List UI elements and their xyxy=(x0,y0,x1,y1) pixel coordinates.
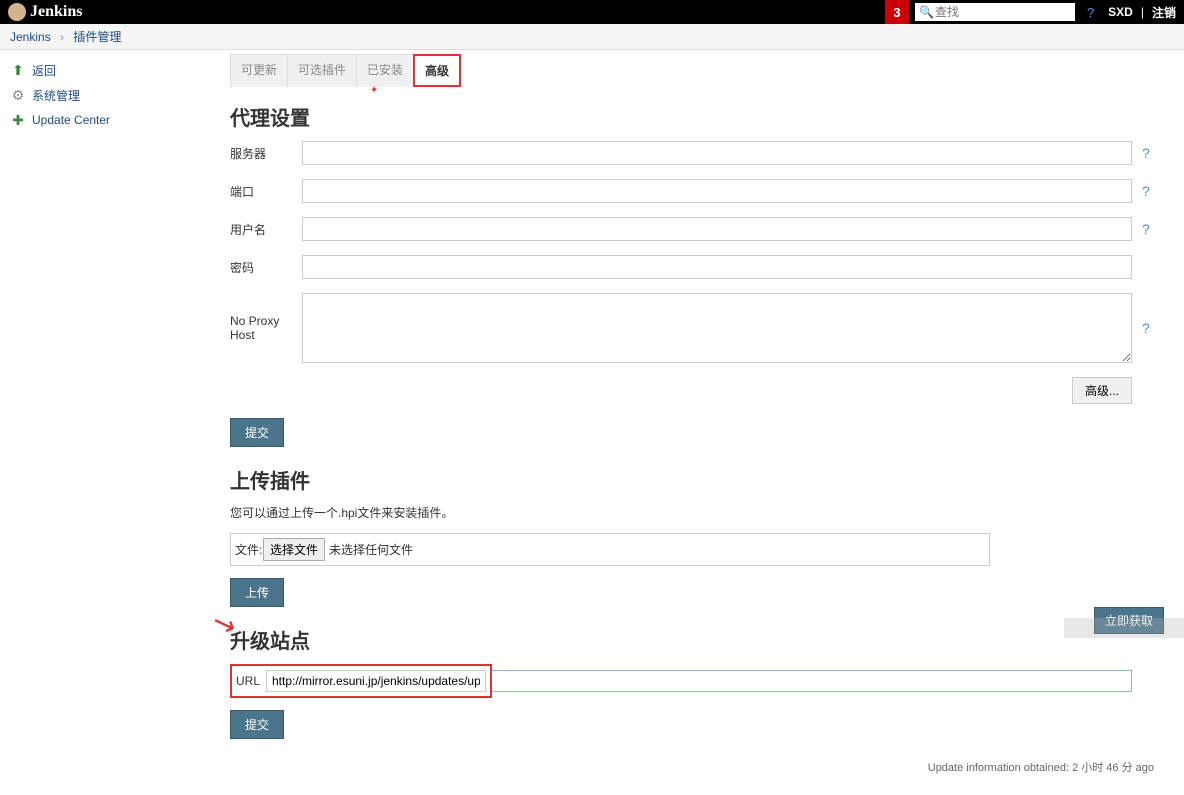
server-input[interactable] xyxy=(302,141,1132,165)
tab-available[interactable]: 可选插件 xyxy=(287,54,357,87)
main-content: 可更新 可选插件 已安装 高级 ✦ 代理设置 服务器 ? 端口 ? 用户名 ? … xyxy=(230,50,1184,795)
sidebar: ⬆ 返回 ⚙ 系统管理 ✚ Update Center xyxy=(0,50,230,795)
sidebar-label: Update Center xyxy=(32,113,110,127)
arrow-up-icon: ⬆ xyxy=(10,63,26,79)
jenkins-logo-icon xyxy=(8,3,26,21)
file-status-text: 未选择任何文件 xyxy=(329,541,413,558)
url-label: URL xyxy=(236,674,266,688)
search-icon: 🔍 xyxy=(919,5,934,19)
fetch-now-button[interactable]: 立即获取 xyxy=(1094,607,1164,634)
port-input[interactable] xyxy=(302,179,1132,203)
submit-update-site-button[interactable]: 提交 xyxy=(230,710,284,739)
breadcrumb-plugin-manage[interactable]: 插件管理 xyxy=(73,30,121,44)
file-label: 文件: xyxy=(235,541,263,558)
separator: | xyxy=(1141,5,1144,19)
url-input-group: URL xyxy=(230,664,492,698)
top-bar: Jenkins 3 🔍 ? SXD | 注销 xyxy=(0,0,1184,24)
tab-updatable[interactable]: 可更新 xyxy=(230,54,288,87)
submit-proxy-button[interactable]: 提交 xyxy=(230,418,284,447)
red-pointer-icon: ✦ xyxy=(370,85,1174,96)
sidebar-label: 返回 xyxy=(32,62,56,79)
username-label: 用户名 xyxy=(230,221,302,238)
logo-text: Jenkins xyxy=(30,3,82,21)
sidebar-item-back[interactable]: ⬆ 返回 xyxy=(0,58,230,83)
breadcrumb-jenkins[interactable]: Jenkins xyxy=(10,30,51,44)
upload-plugin-title: 上传插件 xyxy=(230,465,1174,494)
update-site-url-input[interactable] xyxy=(266,670,486,692)
file-chooser-row: 文件: 选择文件 未选择任何文件 xyxy=(230,533,990,566)
search-input[interactable] xyxy=(915,3,1075,21)
tabs: 可更新 可选插件 已安装 高级 xyxy=(230,54,1174,87)
gear-icon: ⚙ xyxy=(10,88,26,104)
help-icon[interactable]: ? xyxy=(1087,5,1094,20)
server-label: 服务器 xyxy=(230,145,302,162)
noproxy-label: No Proxy Host xyxy=(230,314,302,342)
port-label: 端口 xyxy=(230,183,302,200)
password-label: 密码 xyxy=(230,259,302,276)
notification-badge[interactable]: 3 xyxy=(885,0,909,24)
sidebar-label: 系统管理 xyxy=(32,87,80,104)
upload-description: 您可以通过上传一个.hpi文件来安装插件。 xyxy=(230,504,1174,521)
logout-link[interactable]: 注销 xyxy=(1152,4,1176,21)
password-input[interactable] xyxy=(302,255,1132,279)
help-icon[interactable]: ? xyxy=(1142,320,1150,336)
upload-button[interactable]: 上传 xyxy=(230,578,284,607)
tab-advanced[interactable]: 高级 xyxy=(413,54,461,87)
update-site-title: 升级站点 xyxy=(230,625,1174,654)
url-extend-area[interactable] xyxy=(492,670,1132,692)
breadcrumb: Jenkins › 插件管理 xyxy=(0,24,1184,50)
choose-file-button[interactable]: 选择文件 xyxy=(263,538,325,561)
search-box: 🔍 xyxy=(915,3,1075,21)
puzzle-icon: ✚ xyxy=(10,112,26,128)
tab-installed[interactable]: 已安装 xyxy=(356,54,414,87)
sidebar-item-update-center[interactable]: ✚ Update Center xyxy=(0,108,230,132)
help-icon[interactable]: ? xyxy=(1142,183,1150,199)
help-icon[interactable]: ? xyxy=(1142,221,1150,237)
username-input[interactable] xyxy=(302,217,1132,241)
breadcrumb-separator: › xyxy=(60,30,64,44)
update-info-text: Update information obtained: 2 小时 46 分 a… xyxy=(230,759,1174,775)
logo-area[interactable]: Jenkins xyxy=(0,3,82,21)
sidebar-item-system-manage[interactable]: ⚙ 系统管理 xyxy=(0,83,230,108)
proxy-settings-title: 代理设置 xyxy=(230,102,1174,131)
user-link[interactable]: SXD xyxy=(1108,5,1133,19)
help-icon[interactable]: ? xyxy=(1142,145,1150,161)
advanced-button[interactable]: 高级... xyxy=(1072,377,1132,404)
noproxy-textarea[interactable] xyxy=(302,293,1132,363)
